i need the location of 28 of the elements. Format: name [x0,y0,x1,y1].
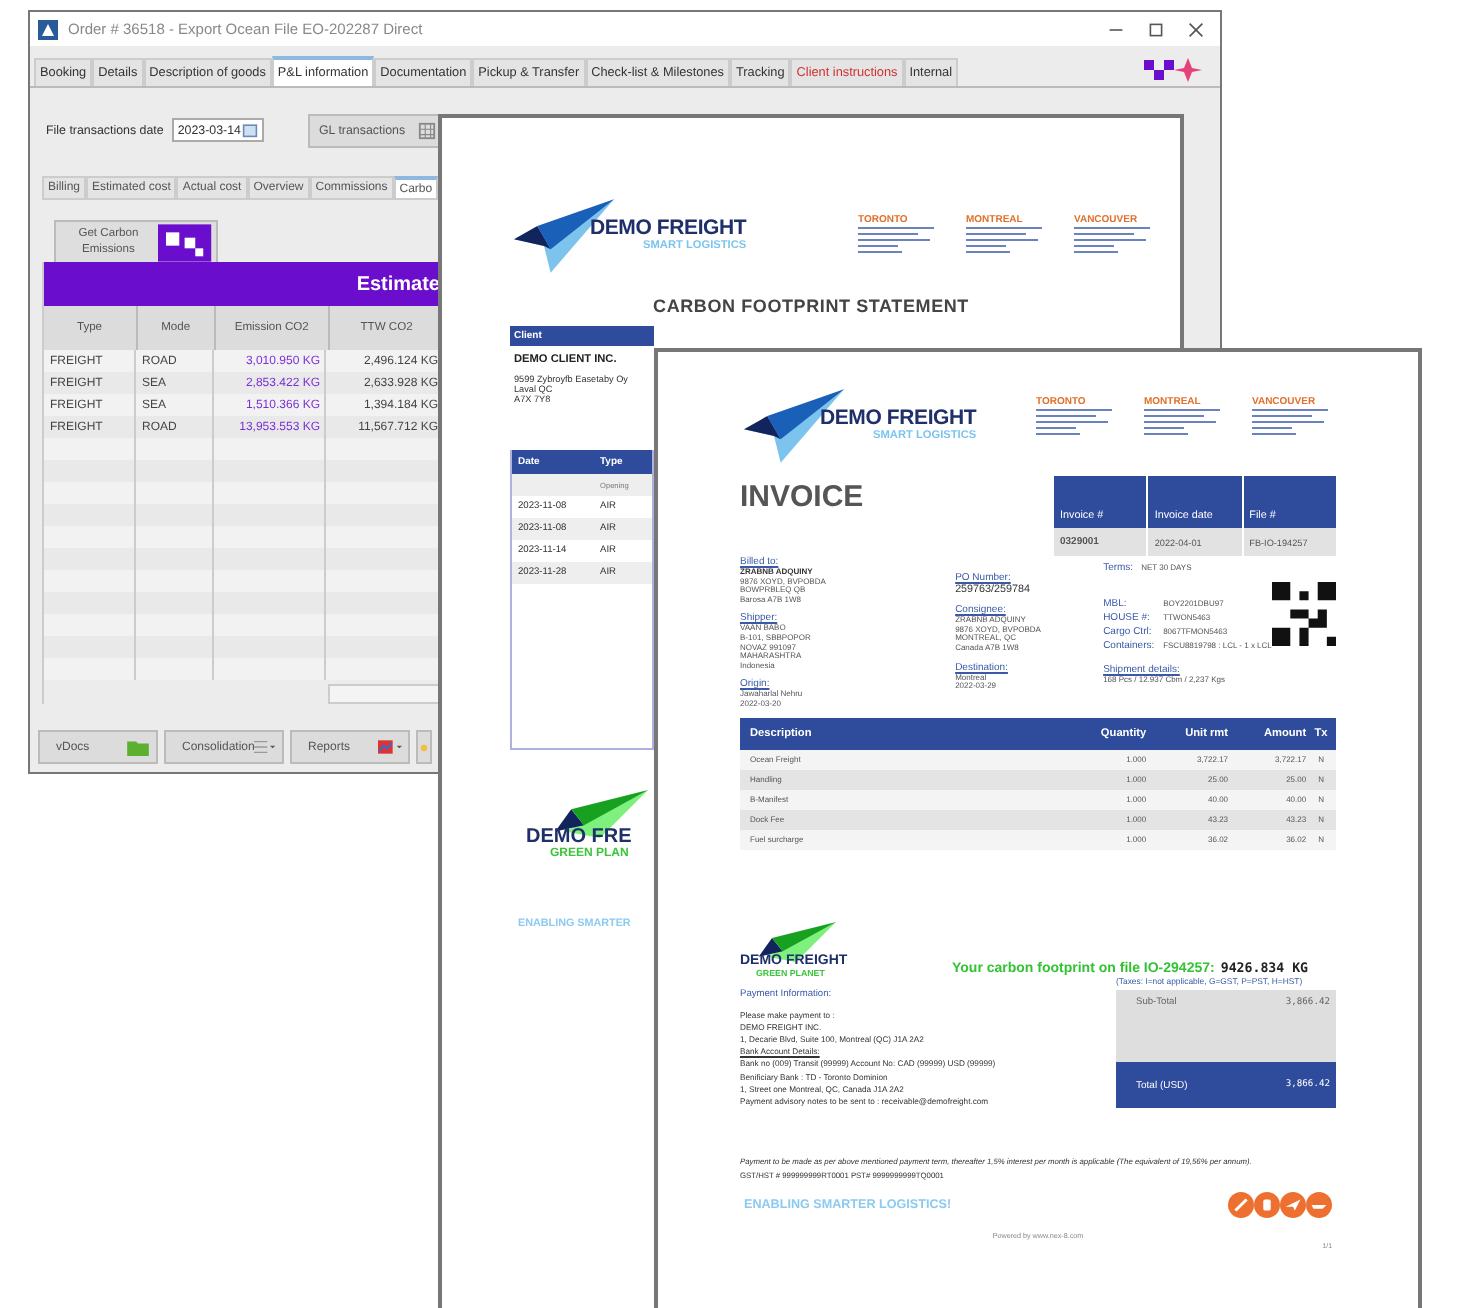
checker-icon [158,224,212,263]
qr-code-icon [1272,582,1336,646]
company-name: DEMO FREIGHT [820,406,977,430]
maximize-icon[interactable] [1148,21,1164,37]
horizontal-scrollbar[interactable] [328,684,444,704]
pen-icon [1228,1191,1254,1218]
logo-icon [1144,56,1204,84]
statement-title: CARBON FOOTPRINT STATEMENT [651,296,971,316]
table-banner: Estimate [44,262,444,306]
chart-icon [378,738,402,756]
company-name: DEMO FREIGHT [590,216,747,240]
airplane-icon [1280,1191,1306,1218]
list-icon [254,738,276,756]
address-lines-drawing [858,226,938,254]
folder-icon [126,738,150,756]
calendar-icon[interactable] [242,122,259,138]
app-icon [38,19,58,39]
address-lines-drawing [1036,408,1116,436]
address-lines-drawing [1252,408,1332,436]
address-lines-drawing [966,226,1046,254]
close-icon[interactable] [1188,21,1204,37]
invoice-title: INVOICE [740,480,864,514]
ship-icon [1306,1191,1332,1218]
address-lines-drawing [1074,226,1154,254]
company-name: DEMO FRE [526,826,634,848]
grid-icon [417,121,436,139]
address-lines-drawing [1144,408,1224,436]
train-icon [1254,1191,1280,1218]
